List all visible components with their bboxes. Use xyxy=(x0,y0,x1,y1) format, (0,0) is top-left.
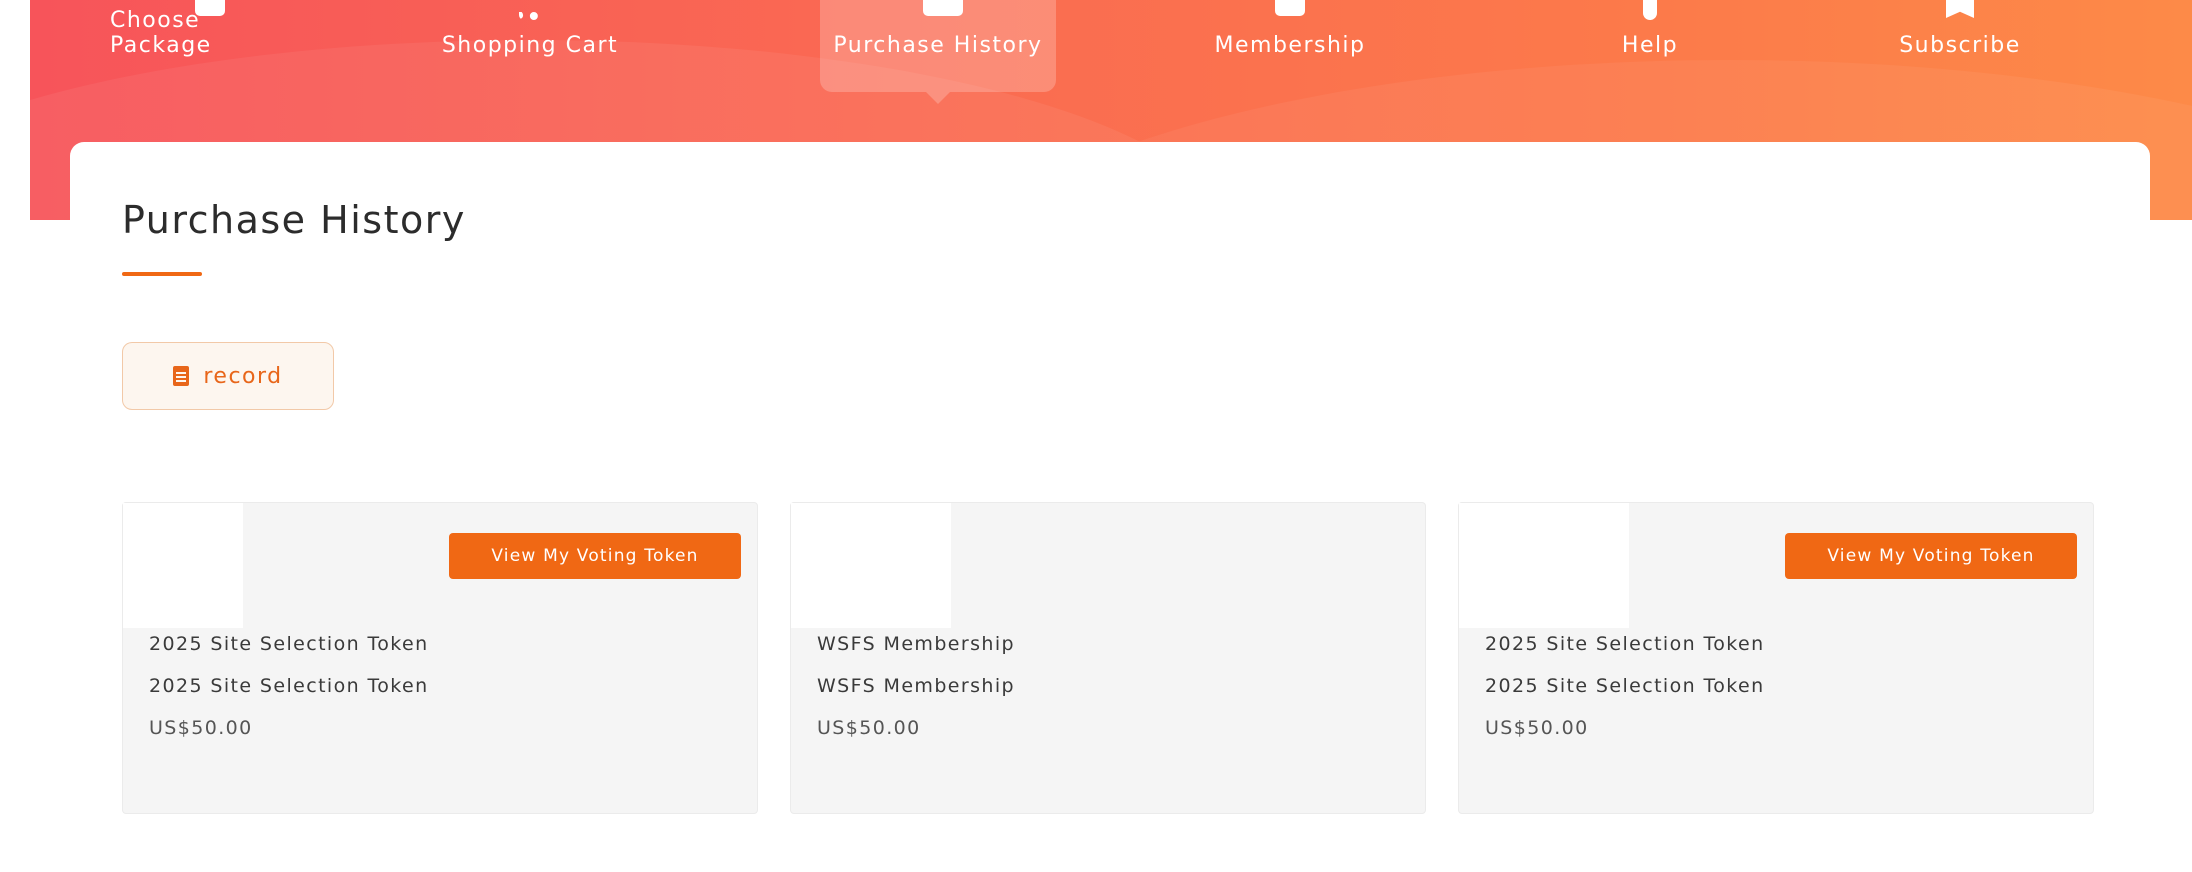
nav-item-label: Purchase History xyxy=(833,33,1043,58)
lightbulb-icon xyxy=(1643,0,1657,20)
nav-purchase-history[interactable]: Purchase History xyxy=(820,0,1056,104)
purchase-card: View My Voting Token 2025 Site Selection… xyxy=(1458,502,2094,814)
top-nav: Choose Package Shopping Cart Purchase Hi… xyxy=(30,0,2192,140)
product-thumbnail xyxy=(123,503,243,628)
nav-item-label: Help xyxy=(1621,33,1679,58)
nav-item-label: Subscribe xyxy=(1899,33,2021,58)
calendar-icon xyxy=(173,366,190,386)
package-icon xyxy=(195,0,225,16)
page-title: Purchase History xyxy=(122,198,466,242)
product-price: US$50.00 xyxy=(817,717,921,739)
title-underline xyxy=(122,272,202,276)
product-description: WSFS Membership xyxy=(817,675,1015,697)
product-price: US$50.00 xyxy=(1485,717,1589,739)
product-description: 2025 Site Selection Token xyxy=(149,675,429,697)
nav-help[interactable]: Help xyxy=(1570,0,1730,92)
purchase-card: View My Voting Token 2025 Site Selection… xyxy=(122,502,758,814)
nav-item-label: Shopping Cart xyxy=(441,33,619,58)
nav-item-label: Choose Package xyxy=(110,8,212,58)
record-button[interactable]: record xyxy=(122,342,334,410)
product-description: 2025 Site Selection Token xyxy=(1485,675,1765,697)
product-name: WSFS Membership xyxy=(817,633,1015,655)
record-button-label: record xyxy=(203,363,283,389)
nav-choose-package[interactable]: Choose Package xyxy=(110,0,310,92)
product-thumbnail xyxy=(1459,503,1629,628)
product-name: 2025 Site Selection Token xyxy=(149,633,429,655)
nav-item-label: Membership xyxy=(1214,33,1366,58)
nav-subscribe[interactable]: Subscribe xyxy=(1860,0,2060,92)
cart-icon xyxy=(519,0,541,20)
page-bottom xyxy=(0,838,2192,872)
product-thumbnail xyxy=(791,503,951,628)
purchase-card: WSFS Membership WSFS Membership US$50.00 xyxy=(790,502,1426,814)
history-icon xyxy=(923,0,963,16)
view-voting-token-button[interactable]: View My Voting Token xyxy=(449,533,741,579)
page: Choose Package Shopping Cart Purchase Hi… xyxy=(0,0,2192,872)
nav-membership[interactable]: Membership xyxy=(1190,0,1390,92)
membership-icon xyxy=(1275,0,1305,16)
product-name: 2025 Site Selection Token xyxy=(1485,633,1765,655)
nav-shopping-cart[interactable]: Shopping Cart xyxy=(430,0,630,92)
active-pointer xyxy=(926,92,950,104)
view-voting-token-button[interactable]: View My Voting Token xyxy=(1785,533,2077,579)
content-panel: Purchase History record View My Voting T… xyxy=(70,142,2150,872)
product-price: US$50.00 xyxy=(149,717,253,739)
bookmark-icon xyxy=(1946,0,1974,18)
